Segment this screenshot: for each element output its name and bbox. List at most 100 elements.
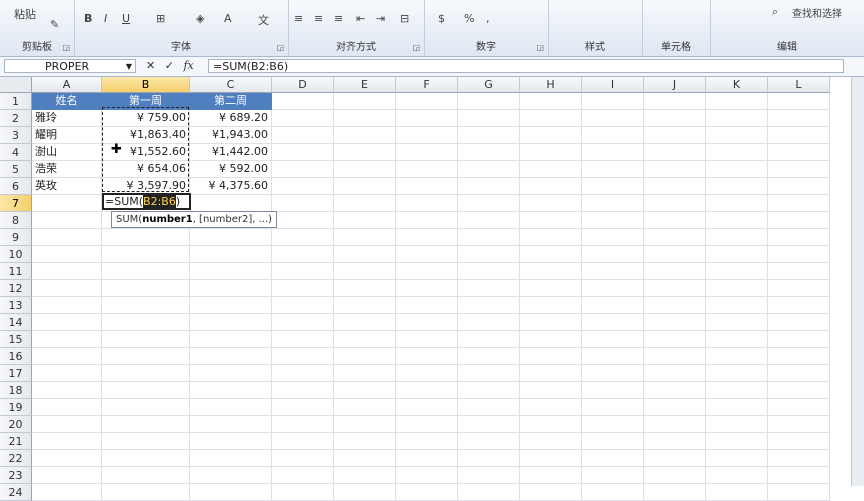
cell-f14[interactable] bbox=[396, 314, 458, 331]
cell-g7[interactable] bbox=[458, 195, 520, 212]
cell-h21[interactable] bbox=[520, 433, 582, 450]
cell-d11[interactable] bbox=[272, 263, 334, 280]
cell-e19[interactable] bbox=[334, 399, 396, 416]
cell-j23[interactable] bbox=[644, 467, 706, 484]
percent-button[interactable]: % bbox=[464, 12, 474, 25]
font-color-button[interactable]: A bbox=[224, 12, 232, 25]
cell-d23[interactable] bbox=[272, 467, 334, 484]
tooltip-fn[interactable]: SUM( bbox=[116, 214, 142, 225]
cell-k23[interactable] bbox=[706, 467, 768, 484]
cell-j24[interactable] bbox=[644, 484, 706, 501]
cell-b16[interactable] bbox=[102, 348, 190, 365]
find-select-icon[interactable]: ⌕ bbox=[772, 5, 778, 19]
cell-g4[interactable] bbox=[458, 144, 520, 161]
cell-f6[interactable] bbox=[396, 178, 458, 195]
cell-h9[interactable] bbox=[520, 229, 582, 246]
cell-d21[interactable] bbox=[272, 433, 334, 450]
cell-a18[interactable] bbox=[32, 382, 102, 399]
row-header-17[interactable]: 17 bbox=[0, 365, 32, 382]
cell-h20[interactable] bbox=[520, 416, 582, 433]
cell-e6[interactable] bbox=[334, 178, 396, 195]
cell-h12[interactable] bbox=[520, 280, 582, 297]
cell-c14[interactable] bbox=[190, 314, 272, 331]
cell-j14[interactable] bbox=[644, 314, 706, 331]
cell-f5[interactable] bbox=[396, 161, 458, 178]
cell-b21[interactable] bbox=[102, 433, 190, 450]
cell-l11[interactable] bbox=[768, 263, 830, 280]
cell-i14[interactable] bbox=[582, 314, 644, 331]
cell-j8[interactable] bbox=[644, 212, 706, 229]
clipboard-launcher-icon[interactable]: ◲ bbox=[62, 43, 70, 52]
cell-b19[interactable] bbox=[102, 399, 190, 416]
cell-b2[interactable]: ¥ 759.00 bbox=[102, 110, 190, 127]
paste-button[interactable]: 粘贴 bbox=[14, 6, 36, 22]
cell-i20[interactable] bbox=[582, 416, 644, 433]
cell-i21[interactable] bbox=[582, 433, 644, 450]
cell-d16[interactable] bbox=[272, 348, 334, 365]
cell-i11[interactable] bbox=[582, 263, 644, 280]
cell-j6[interactable] bbox=[644, 178, 706, 195]
cell-h22[interactable] bbox=[520, 450, 582, 467]
cell-k19[interactable] bbox=[706, 399, 768, 416]
cell-j7[interactable] bbox=[644, 195, 706, 212]
cell-e23[interactable] bbox=[334, 467, 396, 484]
cell-k21[interactable] bbox=[706, 433, 768, 450]
cell-j18[interactable] bbox=[644, 382, 706, 399]
cell-i7[interactable] bbox=[582, 195, 644, 212]
cell-c6[interactable]: ¥ 4,375.60 bbox=[190, 178, 272, 195]
cell-j12[interactable] bbox=[644, 280, 706, 297]
cell-a15[interactable] bbox=[32, 331, 102, 348]
cell-e9[interactable] bbox=[334, 229, 396, 246]
cell-b24[interactable] bbox=[102, 484, 190, 501]
cell-k16[interactable] bbox=[706, 348, 768, 365]
cell-j11[interactable] bbox=[644, 263, 706, 280]
cell-c20[interactable] bbox=[190, 416, 272, 433]
cell-c13[interactable] bbox=[190, 297, 272, 314]
cell-h2[interactable] bbox=[520, 110, 582, 127]
cell-e5[interactable] bbox=[334, 161, 396, 178]
cell-l22[interactable] bbox=[768, 450, 830, 467]
align-left-icon[interactable]: ≡ bbox=[294, 12, 303, 25]
row-header-10[interactable]: 10 bbox=[0, 246, 32, 263]
cell-i5[interactable] bbox=[582, 161, 644, 178]
column-header-i[interactable]: I bbox=[582, 77, 644, 93]
cell-a20[interactable] bbox=[32, 416, 102, 433]
cell-d7[interactable] bbox=[272, 195, 334, 212]
cell-h10[interactable] bbox=[520, 246, 582, 263]
cell-i2[interactable] bbox=[582, 110, 644, 127]
cell-c19[interactable] bbox=[190, 399, 272, 416]
row-header-22[interactable]: 22 bbox=[0, 450, 32, 467]
number-launcher-icon[interactable]: ◲ bbox=[536, 43, 544, 52]
cell-e1[interactable] bbox=[334, 93, 396, 110]
cell-k10[interactable] bbox=[706, 246, 768, 263]
cell-j5[interactable] bbox=[644, 161, 706, 178]
cell-j15[interactable] bbox=[644, 331, 706, 348]
cell-l16[interactable] bbox=[768, 348, 830, 365]
row-header-23[interactable]: 23 bbox=[0, 467, 32, 484]
cell-g9[interactable] bbox=[458, 229, 520, 246]
cell-c12[interactable] bbox=[190, 280, 272, 297]
cell-b22[interactable] bbox=[102, 450, 190, 467]
row-header-24[interactable]: 24 bbox=[0, 484, 32, 501]
cell-k3[interactable] bbox=[706, 127, 768, 144]
cell-f15[interactable] bbox=[396, 331, 458, 348]
cell-b12[interactable] bbox=[102, 280, 190, 297]
cell-j22[interactable] bbox=[644, 450, 706, 467]
cell-j19[interactable] bbox=[644, 399, 706, 416]
cell-l13[interactable] bbox=[768, 297, 830, 314]
cell-g23[interactable] bbox=[458, 467, 520, 484]
cell-d9[interactable] bbox=[272, 229, 334, 246]
cell-l21[interactable] bbox=[768, 433, 830, 450]
row-header-4[interactable]: 4 bbox=[0, 144, 32, 161]
cell-i4[interactable] bbox=[582, 144, 644, 161]
cell-f17[interactable] bbox=[396, 365, 458, 382]
cell-f7[interactable] bbox=[396, 195, 458, 212]
cell-l20[interactable] bbox=[768, 416, 830, 433]
cell-j2[interactable] bbox=[644, 110, 706, 127]
cell-a4[interactable]: 澍山 bbox=[32, 144, 102, 161]
cell-a6[interactable]: 英玫 bbox=[32, 178, 102, 195]
cell-c16[interactable] bbox=[190, 348, 272, 365]
column-header-b[interactable]: B bbox=[102, 77, 190, 93]
cell-l15[interactable] bbox=[768, 331, 830, 348]
cell-f19[interactable] bbox=[396, 399, 458, 416]
